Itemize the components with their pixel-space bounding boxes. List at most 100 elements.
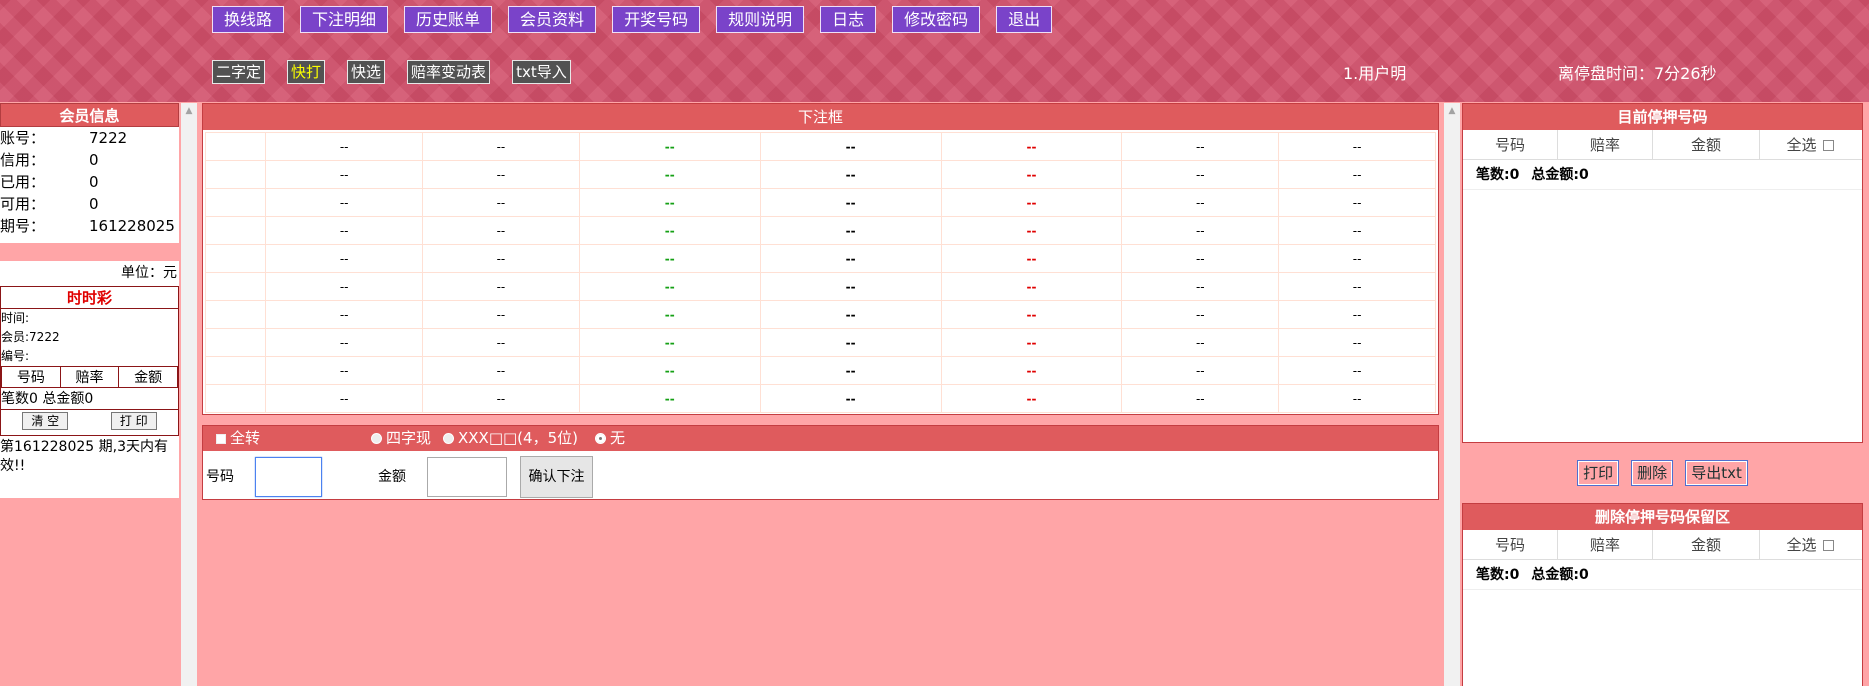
bet-cell[interactable]: --: [940, 188, 1123, 217]
tab-odds-changes[interactable]: 赔率变动表: [407, 60, 491, 84]
bet-cell[interactable]: --: [1121, 356, 1280, 385]
logout-button[interactable]: 退出: [996, 6, 1053, 33]
bet-cell[interactable]: --: [265, 328, 424, 357]
scroll-up-icon[interactable]: ▲: [181, 103, 197, 119]
bet-cell[interactable]: --: [422, 384, 580, 413]
print-button[interactable]: 打印: [1577, 460, 1620, 486]
bet-cell[interactable]: --: [759, 300, 942, 329]
rules-button[interactable]: 规则说明: [716, 6, 805, 33]
scroll-up-icon[interactable]: ▲: [1444, 103, 1460, 119]
bet-cell[interactable]: --: [759, 244, 942, 273]
bet-details-button[interactable]: 下注明细: [300, 6, 389, 33]
bet-cell[interactable]: --: [940, 300, 1123, 329]
bet-cell[interactable]: --: [1121, 188, 1280, 217]
bet-cell[interactable]: --: [578, 272, 761, 301]
bet-cell[interactable]: --: [759, 328, 942, 357]
checkbox-icon[interactable]: [1822, 540, 1834, 551]
bet-cell[interactable]: --: [1278, 356, 1436, 385]
bet-cell[interactable]: --: [940, 132, 1123, 161]
number-input[interactable]: [255, 457, 322, 497]
bet-cell[interactable]: --: [422, 132, 580, 161]
bet-cell[interactable]: --: [1121, 272, 1280, 301]
tab-two-digit[interactable]: 二字定: [212, 60, 266, 84]
history-bills-button[interactable]: 历史账单: [404, 6, 493, 33]
all-transfer-checkbox[interactable]: 全转: [216, 426, 260, 451]
bet-cell[interactable]: --: [578, 188, 761, 217]
bet-cell[interactable]: --: [265, 300, 424, 329]
bet-cell[interactable]: --: [578, 132, 761, 161]
clear-button[interactable]: 清 空: [22, 412, 69, 430]
confirm-bet-button[interactable]: 确认下注: [520, 456, 593, 498]
bet-cell[interactable]: --: [1278, 244, 1436, 273]
bet-cell[interactable]: --: [1121, 384, 1280, 413]
bet-cell[interactable]: --: [1278, 272, 1436, 301]
bet-cell[interactable]: --: [940, 244, 1123, 273]
member-profile-button[interactable]: 会员资料: [508, 6, 597, 33]
bet-cell[interactable]: --: [1278, 188, 1436, 217]
checkbox-icon[interactable]: [1822, 140, 1834, 151]
bet-cell[interactable]: --: [265, 188, 424, 217]
bet-cell[interactable]: --: [759, 384, 942, 413]
bet-cell[interactable]: --: [940, 384, 1123, 413]
bet-cell[interactable]: --: [940, 328, 1123, 357]
bet-cell[interactable]: --: [265, 216, 424, 245]
bet-cell[interactable]: --: [940, 160, 1123, 189]
bet-cell[interactable]: --: [578, 328, 761, 357]
bet-cell[interactable]: --: [759, 188, 942, 217]
bet-cell[interactable]: --: [265, 244, 424, 273]
bet-cell[interactable]: --: [759, 272, 942, 301]
log-button[interactable]: 日志: [820, 6, 877, 33]
bet-cell[interactable]: --: [422, 356, 580, 385]
bet-cell[interactable]: --: [759, 160, 942, 189]
bet-cell[interactable]: --: [578, 244, 761, 273]
switch-line-button[interactable]: 换线路: [212, 6, 285, 33]
bet-cell[interactable]: --: [1121, 328, 1280, 357]
left-scrollbar[interactable]: ▲: [181, 103, 197, 686]
select-all[interactable]: 全选: [1760, 530, 1860, 559]
change-password-button[interactable]: 修改密码: [892, 6, 981, 33]
tab-quick-select[interactable]: 快选: [347, 60, 386, 84]
bet-cell[interactable]: --: [422, 272, 580, 301]
bet-cell[interactable]: --: [1278, 384, 1436, 413]
bet-cell[interactable]: --: [265, 384, 424, 413]
bet-cell[interactable]: --: [940, 216, 1123, 245]
bet-cell[interactable]: --: [422, 300, 580, 329]
bet-cell[interactable]: --: [940, 272, 1123, 301]
amount-input[interactable]: [427, 457, 507, 497]
xxx-radio[interactable]: XXX□□(4，5位): [443, 426, 578, 451]
bet-cell[interactable]: --: [422, 244, 580, 273]
bet-cell[interactable]: --: [1121, 216, 1280, 245]
bet-cell[interactable]: --: [265, 356, 424, 385]
bet-cell[interactable]: --: [422, 216, 580, 245]
select-all[interactable]: 全选: [1760, 130, 1860, 159]
bet-cell[interactable]: --: [578, 356, 761, 385]
bet-cell[interactable]: --: [265, 160, 424, 189]
bet-cell[interactable]: --: [759, 132, 942, 161]
bet-cell[interactable]: --: [759, 216, 942, 245]
bet-cell[interactable]: --: [1121, 160, 1280, 189]
draw-numbers-button[interactable]: 开奖号码: [612, 6, 701, 33]
export-txt-button[interactable]: 导出txt: [1685, 460, 1748, 486]
bet-cell[interactable]: --: [422, 188, 580, 217]
bet-cell[interactable]: --: [422, 160, 580, 189]
bet-cell[interactable]: --: [265, 132, 424, 161]
bet-cell[interactable]: --: [1278, 132, 1436, 161]
bet-cell[interactable]: --: [1121, 300, 1280, 329]
bet-cell[interactable]: --: [1278, 160, 1436, 189]
bet-cell[interactable]: --: [578, 384, 761, 413]
print-button[interactable]: 打 印: [110, 412, 157, 430]
bet-cell[interactable]: --: [422, 328, 580, 357]
bet-cell[interactable]: --: [578, 160, 761, 189]
center-scrollbar[interactable]: ▲: [1444, 103, 1460, 686]
bet-cell[interactable]: --: [1121, 244, 1280, 273]
none-radio[interactable]: 无: [595, 426, 625, 451]
bet-cell[interactable]: --: [1278, 300, 1436, 329]
bet-cell[interactable]: --: [1278, 328, 1436, 357]
bet-cell[interactable]: --: [759, 356, 942, 385]
four-digit-radio[interactable]: 四字现: [371, 426, 431, 451]
delete-button[interactable]: 删除: [1631, 460, 1674, 486]
bet-cell[interactable]: --: [940, 356, 1123, 385]
bet-cell[interactable]: --: [265, 272, 424, 301]
bet-cell[interactable]: --: [578, 216, 761, 245]
tab-txt-import[interactable]: txt导入: [512, 60, 571, 84]
